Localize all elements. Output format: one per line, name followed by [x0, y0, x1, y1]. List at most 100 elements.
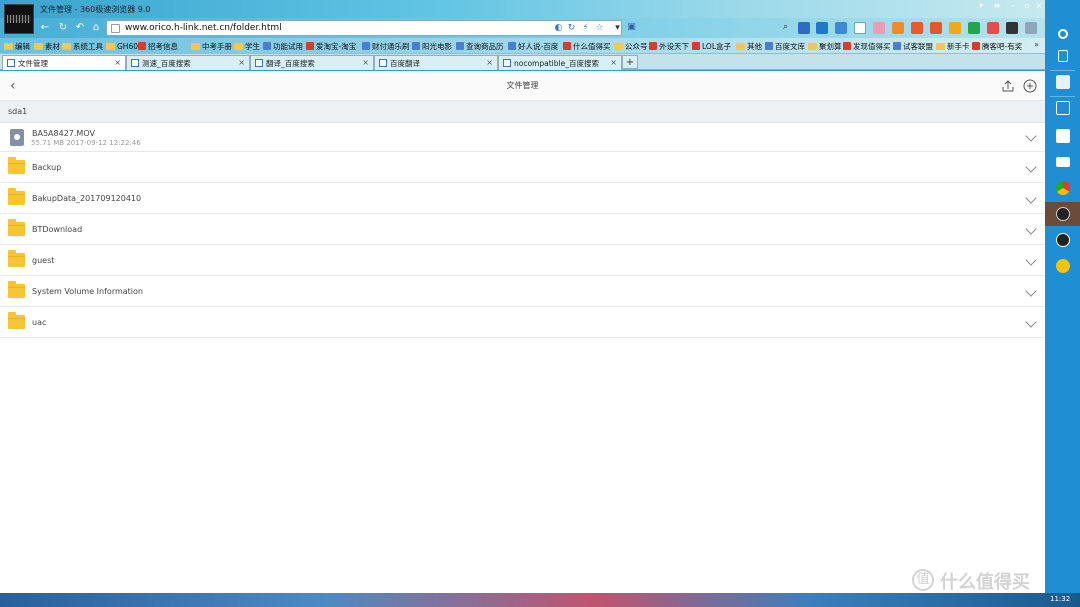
bookmark-icon — [362, 42, 370, 50]
circle-icon[interactable] — [1045, 24, 1080, 44]
tab-nocompatible[interactable]: nocompatible_百度搜索 × — [498, 55, 622, 70]
shield-icon[interactable] — [968, 22, 980, 34]
tab-file-manager[interactable]: 文件管理 × — [2, 55, 126, 70]
list-item-folder[interactable]: BakupData_201709120410 — [0, 183, 1045, 214]
bookmark-item[interactable]: 试客联盟 — [893, 40, 933, 52]
bookmark-item[interactable]: 学生 — [234, 40, 260, 52]
list-item-folder[interactable]: uac — [0, 307, 1045, 338]
bookmark-item[interactable]: 系统工具 — [62, 40, 103, 52]
add-icon[interactable] — [1023, 79, 1037, 93]
bookmark-item[interactable]: 发现值得买 — [843, 40, 891, 52]
flash-icon[interactable]: ⚡ — [580, 23, 591, 34]
bookmark-item[interactable]: 爱淘宝-淘宝 — [306, 40, 356, 52]
close-tab-icon[interactable]: × — [486, 58, 493, 67]
ext-icon-3[interactable] — [835, 22, 847, 34]
refresh-icon[interactable]: ↻ — [56, 21, 70, 35]
close-tab-icon[interactable]: × — [362, 58, 369, 67]
taskbar: 11:32 — [0, 593, 1080, 607]
bag-icon[interactable] — [1045, 126, 1080, 146]
skin-icon[interactable]: ▾ — [974, 1, 988, 11]
ext-icon-10[interactable] — [987, 22, 999, 34]
bookmark-item[interactable]: 外设天下 — [649, 40, 689, 52]
close-tab-icon[interactable]: × — [610, 58, 617, 67]
ext-icon-9[interactable] — [949, 22, 961, 34]
window-icon[interactable] — [1045, 46, 1080, 66]
ext-icon-11[interactable] — [1006, 22, 1018, 34]
bookmark-item[interactable]: 功能试用 — [263, 40, 303, 52]
chrome-icon[interactable] — [1045, 178, 1080, 198]
bookmark-item[interactable]: 聚划算 — [808, 40, 842, 52]
ext-icon-2[interactable] — [816, 22, 828, 34]
bookmark-item[interactable]: 好人说-百度 — [508, 40, 558, 52]
bookmark-item[interactable]: 中考手册 — [191, 40, 232, 52]
list-item-folder[interactable]: guest — [0, 245, 1045, 276]
folder-icon — [8, 250, 25, 267]
mail-icon[interactable] — [1045, 152, 1080, 172]
search-icon[interactable]: ⌕ — [780, 22, 791, 33]
chevron-down-icon[interactable] — [1025, 223, 1037, 235]
bookmark-item[interactable]: 素材 — [34, 40, 60, 52]
compat-mode-icon[interactable]: ◐ — [553, 23, 564, 34]
drive-section-header: sda1 — [0, 101, 1045, 123]
close-window-button[interactable]: × — [1032, 1, 1046, 11]
list-item-folder[interactable]: System Volume Information — [0, 276, 1045, 307]
bookmark-item[interactable]: LOL盒子 — [692, 40, 731, 52]
page-icon — [111, 24, 120, 33]
minimize-button[interactable]: – — [1006, 1, 1020, 11]
downloads-icon[interactable] — [1045, 98, 1080, 118]
reload-icon[interactable]: ↻ — [566, 23, 577, 34]
back-nav-icon[interactable]: ← — [38, 21, 52, 35]
chevron-down-icon[interactable] — [1025, 130, 1037, 142]
url-text[interactable]: www.orico.h-link.net.cn/folder.html — [125, 23, 282, 33]
folder-panel-icon[interactable] — [1045, 72, 1080, 92]
chevron-down-icon[interactable] — [1025, 285, 1037, 297]
star-icon[interactable]: ☆ — [594, 23, 605, 34]
window-titlebar: 文件管理 - 360极速浏览器 9.0 ▾ ≡ – ▫ × — [0, 0, 1045, 18]
close-tab-icon[interactable]: × — [238, 58, 245, 67]
more-bookmarks-icon[interactable]: » — [1034, 40, 1039, 49]
power-icon[interactable] — [1045, 202, 1080, 226]
screenshot-icon[interactable]: ▣ — [626, 22, 637, 33]
list-item-file[interactable]: BA5A8427.MOV 55.71 MB 2017-09-12 12:22:4… — [0, 123, 1045, 152]
ext-icon-4[interactable] — [854, 22, 866, 34]
bookmark-item[interactable]: 新手卡 — [936, 40, 970, 52]
bookmark-item[interactable]: GH60 — [106, 40, 138, 52]
wrench-icon[interactable] — [1025, 22, 1037, 34]
tab-baidu-translate[interactable]: 百度翻译 × — [374, 55, 498, 70]
tab-translate-search[interactable]: 翻译_百度搜索 × — [250, 55, 374, 70]
chevron-down-icon[interactable] — [1025, 254, 1037, 266]
bookmark-item[interactable]: 其他 — [736, 40, 762, 52]
bookmark-item[interactable]: 招考信息 — [138, 40, 178, 52]
bookmark-item[interactable]: 什么值得买 — [563, 40, 611, 52]
chevron-down-icon[interactable] — [1025, 161, 1037, 173]
bookmark-item[interactable]: 百度文库 — [765, 40, 805, 52]
close-tab-icon[interactable]: × — [114, 58, 121, 67]
list-item-folder[interactable]: BTDownload — [0, 214, 1045, 245]
bookmark-item[interactable]: 阳光电影 — [412, 40, 452, 52]
new-tab-button[interactable]: + — [622, 55, 638, 69]
bookmark-item[interactable]: 查询商品历 — [456, 40, 504, 52]
camera-icon[interactable] — [1045, 230, 1080, 250]
chevron-down-icon[interactable] — [1025, 192, 1037, 204]
list-item-folder[interactable]: Backup — [0, 152, 1045, 183]
ext-icon-5[interactable] — [873, 22, 885, 34]
game-icon[interactable] — [1045, 256, 1080, 276]
bookmark-icon — [692, 42, 700, 50]
ext-icon-1[interactable] — [798, 22, 810, 34]
dropdown-icon[interactable]: ▾ — [612, 23, 623, 34]
browser-avatar[interactable] — [4, 4, 34, 34]
bookmark-item[interactable]: 编辑 — [4, 40, 30, 52]
chevron-down-icon[interactable] — [1025, 316, 1037, 328]
upload-icon[interactable] — [1001, 79, 1015, 93]
ext-icon-8[interactable] — [930, 22, 942, 34]
home-icon[interactable]: ⌂ — [89, 21, 103, 35]
tab-speedtest[interactable]: 测速_百度搜索 × — [126, 55, 250, 70]
undo-close-icon[interactable]: ↶ — [73, 21, 87, 35]
bookmark-item[interactable]: 腾客吧-有奖 — [972, 40, 1022, 52]
bookmark-item[interactable]: 公众号 — [614, 40, 648, 52]
menu-icon[interactable]: ≡ — [990, 1, 1004, 11]
url-bar[interactable]: www.orico.h-link.net.cn/folder.html ◐ ↻ … — [106, 20, 622, 36]
ext-icon-7[interactable] — [911, 22, 923, 34]
bookmark-item[interactable]: 财付通乐刷 — [362, 40, 410, 52]
ext-icon-6[interactable] — [892, 22, 904, 34]
